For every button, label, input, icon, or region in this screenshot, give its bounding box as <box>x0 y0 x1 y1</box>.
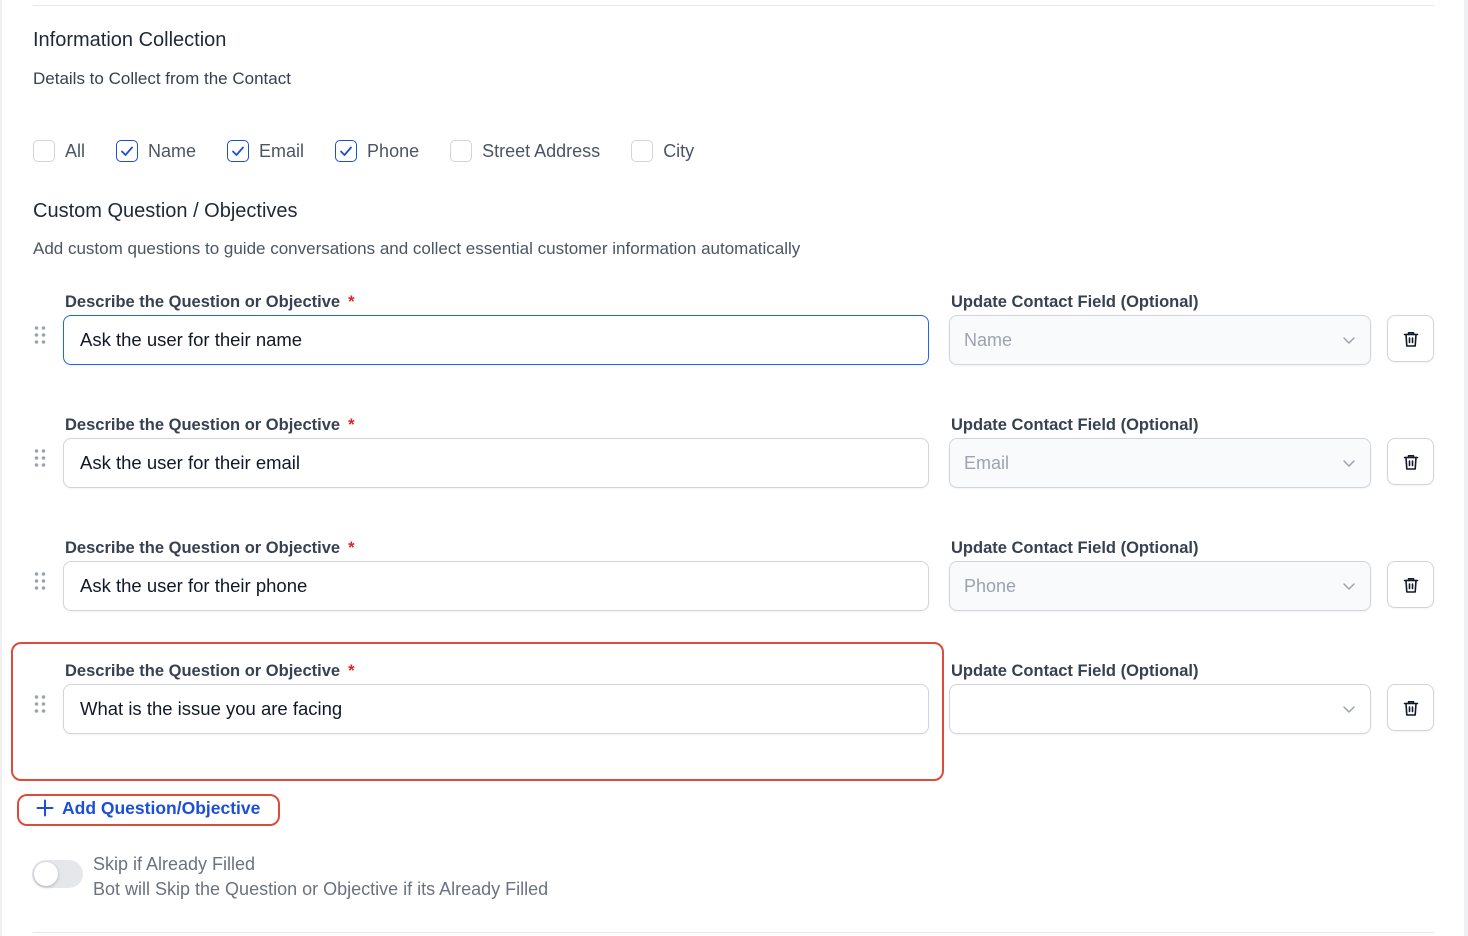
checkbox-phone[interactable]: Phone <box>335 140 419 162</box>
skip-if-filled-toggle[interactable] <box>32 860 83 888</box>
check-icon <box>340 146 352 156</box>
contact-field-select[interactable]: Name <box>949 315 1371 365</box>
question-label: Describe the Question or Objective * <box>65 293 355 311</box>
check-icon <box>121 146 133 156</box>
contact-field-label: Update Contact Field (Optional) <box>951 539 1199 557</box>
chevron-down-icon <box>1343 460 1355 467</box>
checkbox-street-address[interactable]: Street Address <box>450 140 600 162</box>
question-input[interactable]: What is the issue you are facing <box>63 684 929 734</box>
trash-icon <box>1403 331 1418 347</box>
contact-field-select[interactable]: Phone <box>949 561 1371 611</box>
required-asterisk: * <box>348 416 355 434</box>
required-asterisk: * <box>348 662 355 680</box>
checkbox-box[interactable] <box>227 140 250 162</box>
checkbox-box[interactable] <box>116 140 139 162</box>
trash-icon <box>1403 454 1418 470</box>
drag-handle-icon[interactable] <box>33 325 47 345</box>
contact-field-select[interactable] <box>949 684 1371 734</box>
question-row: Describe the Question or Objective * Upda… <box>0 416 1468 539</box>
chevron-down-icon <box>1343 337 1355 344</box>
add-question-button[interactable]: Add Question/Objective <box>36 796 260 820</box>
checkbox-email[interactable]: Email <box>227 140 304 162</box>
question-input[interactable]: Ask the user for their phone <box>63 561 929 611</box>
question-row: Describe the Question or Objective * Upda… <box>0 662 1468 785</box>
drag-handle-icon[interactable] <box>33 448 47 468</box>
check-icon <box>232 146 244 156</box>
trash-icon <box>1403 577 1418 593</box>
info-collection-title: Information Collection <box>33 29 227 51</box>
custom-questions-title: Custom Question / Objectives <box>33 200 298 222</box>
chevron-down-icon <box>1343 706 1355 713</box>
top-divider <box>33 5 1434 6</box>
required-asterisk: * <box>348 539 355 557</box>
select-value: Email <box>964 452 1010 473</box>
contact-field-select[interactable]: Email <box>949 438 1371 488</box>
plus-icon <box>36 799 54 817</box>
chevron-down-icon <box>1343 583 1355 590</box>
bottom-divider <box>33 932 1434 933</box>
checkbox-box[interactable] <box>335 140 358 162</box>
question-label: Describe the Question or Objective * <box>65 662 355 680</box>
info-collection-subtitle: Details to Collect from the Contact <box>33 69 291 88</box>
checkbox-name[interactable]: Name <box>116 140 196 162</box>
contact-field-label: Update Contact Field (Optional) <box>951 293 1199 311</box>
select-value: Phone <box>964 575 1017 596</box>
question-label: Describe the Question or Objective * <box>65 539 355 557</box>
drag-handle-icon[interactable] <box>33 694 47 714</box>
delete-question-button[interactable] <box>1387 684 1434 731</box>
checkbox-label: All <box>65 140 86 161</box>
checkbox-label: Name <box>148 140 197 161</box>
contact-field-label: Update Contact Field (Optional) <box>951 662 1199 680</box>
question-label: Describe the Question or Objective * <box>65 416 355 434</box>
contact-fields-checkboxes: All Name Email Phone Street Address City <box>33 138 725 164</box>
drag-handle-icon[interactable] <box>33 571 47 591</box>
question-input[interactable]: Ask the user for their name <box>63 315 929 365</box>
checkbox-all[interactable]: All <box>33 140 85 162</box>
question-row: Describe the Question or Objective * Upda… <box>0 293 1468 416</box>
select-value: Name <box>964 329 1013 350</box>
required-asterisk: * <box>348 293 355 311</box>
question-input[interactable]: Ask the user for their email <box>63 438 929 488</box>
skip-toggle-title: Skip if Already Filled <box>93 854 256 874</box>
checkbox-city[interactable]: City <box>631 140 694 162</box>
skip-toggle-description: Bot will Skip the Question or Objective … <box>93 879 549 899</box>
checkbox-label: Phone <box>367 140 420 161</box>
trash-icon <box>1403 700 1418 716</box>
delete-question-button[interactable] <box>1387 315 1434 362</box>
contact-field-label: Update Contact Field (Optional) <box>951 416 1199 434</box>
checkbox-label: Street Address <box>482 140 601 161</box>
checkbox-label: Email <box>259 140 305 161</box>
add-question-label: Add Question/Objective <box>62 797 261 818</box>
custom-questions-description: Add custom questions to guide conversati… <box>33 239 801 258</box>
question-row: Describe the Question or Objective * Upda… <box>0 539 1468 662</box>
delete-question-button[interactable] <box>1387 561 1434 608</box>
checkbox-box[interactable] <box>631 140 654 162</box>
checkbox-box[interactable] <box>33 140 55 162</box>
delete-question-button[interactable] <box>1387 438 1434 485</box>
checkbox-box[interactable] <box>450 140 473 162</box>
checkbox-label: City <box>663 140 695 161</box>
toggle-knob <box>34 862 58 886</box>
